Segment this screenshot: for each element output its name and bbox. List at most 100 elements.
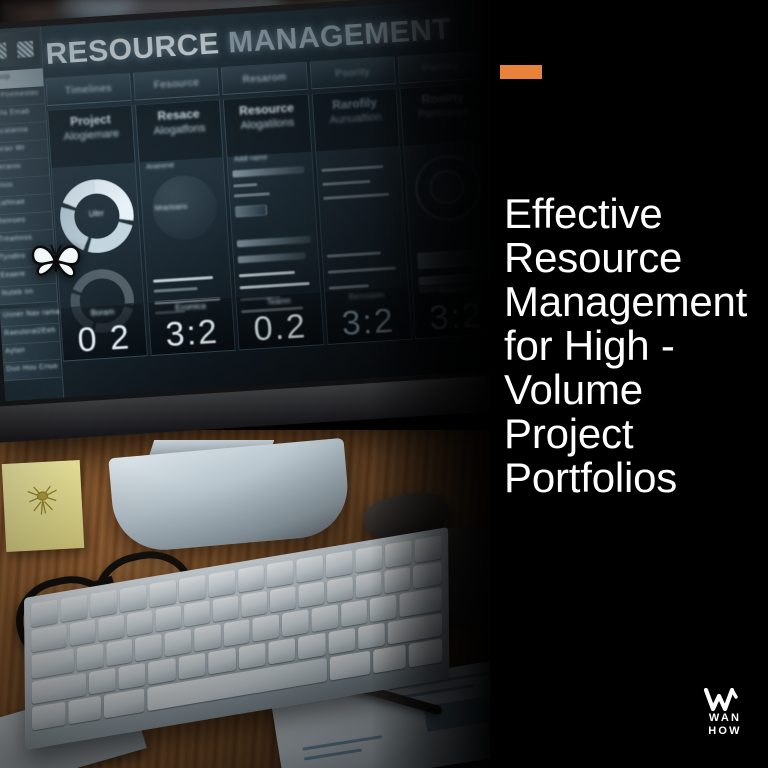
sidebar-item-label: Nuteb nn <box>1 288 34 298</box>
sidebar-item-label: Tyndtro <box>0 252 26 262</box>
sidebar-item-label: Raeuloral2Eeh <box>3 326 56 338</box>
mosquito-sketch-icon <box>27 485 57 515</box>
screen-title-secondary: MANAGEMENT <box>227 12 453 60</box>
dashboard-card-grid: Project Alogiemare Uitrr Boram 0 2 Resac… <box>47 82 501 362</box>
metric-label: Teamn <box>266 296 291 307</box>
card-body: Addl name <box>228 152 320 314</box>
list-row <box>240 281 311 290</box>
card-header: Rarofily Aunualtion <box>312 89 399 152</box>
sidebar-item-label: Remseo <box>0 216 26 226</box>
tab-label: Resarom <box>242 71 287 86</box>
donut-center-label: Uitrr <box>88 208 105 219</box>
grid-icon[interactable] <box>0 42 7 60</box>
tab-timelines[interactable]: Timelines <box>45 72 132 107</box>
card-title-line2: Permunga <box>417 105 470 121</box>
card-footer: Ecomica 3:2 <box>148 296 235 355</box>
progress-bar <box>322 192 389 200</box>
metric-label: Bercoaale <box>348 290 385 302</box>
card-subheading: Ananirne <box>145 162 175 171</box>
sidebar-item-label: Eeaere <box>0 270 26 280</box>
sidebar-item-16[interactable]: Duo Hou Criuo <box>2 359 62 382</box>
card-header: Project Alogiemare <box>48 105 135 168</box>
list-row <box>233 182 258 188</box>
sidebar-item-label: Dasop <box>0 73 11 82</box>
logo-text-line1: WAN <box>708 712 742 724</box>
metric-value: 3:2 <box>340 301 397 343</box>
butterfly-decoration <box>31 244 81 278</box>
metric-value: 0 2 <box>76 318 133 360</box>
monitor-screen: Dasop ritj Poemestec Mefa Emab Bacalanna… <box>0 0 505 402</box>
list-row <box>237 235 312 248</box>
dashboard-card-priority-planning[interactable]: Rooirty Permunga Naecom 3:2 <box>399 82 501 340</box>
w-monogram-icon <box>694 687 756 712</box>
accent-bar <box>500 65 542 79</box>
progress-bar <box>327 266 396 274</box>
card-title-line2: Aunualtion <box>329 111 382 127</box>
card-title-line2: Alogiemare <box>63 127 120 144</box>
dashboard-card-resource-allocation-list[interactable]: Resource Alogatilons Addl name Teamn 0.2 <box>223 93 325 351</box>
card-header: Rooirty Permunga <box>400 83 487 146</box>
card-body: Ananirne Mractoans <box>140 157 232 315</box>
card-subheading: Addl name <box>233 154 268 164</box>
sidebar-header <box>0 30 41 68</box>
tab-label: Timelines <box>64 82 113 97</box>
list-row-pill <box>234 204 268 218</box>
tab-resarom[interactable]: Resarom <box>221 61 308 95</box>
card-header: Resace Alogatfons <box>136 100 223 163</box>
card-body <box>404 141 496 294</box>
tab-priority[interactable]: Poority <box>309 56 397 90</box>
card-footer: Boram 0 2 <box>60 302 147 361</box>
card-title-line2: Alogatilons <box>240 116 295 132</box>
metric-label: Ecomica <box>175 301 207 313</box>
list-row <box>238 252 307 264</box>
screen-title-primary: RESOURCE <box>44 27 221 72</box>
progress-bar <box>326 251 381 258</box>
tab-label: Fesource <box>153 76 200 91</box>
tab-portfolio[interactable]: Portimy <box>397 50 485 84</box>
card-footer: Naecom 3:2 <box>412 280 500 339</box>
card-footer: Teamn 0.2 <box>236 291 324 350</box>
sidebar-item-label: Unner Nav rama <box>2 308 61 320</box>
logo-text-line2: HOW <box>708 725 742 737</box>
card-header: Resource Alogatilons <box>224 94 311 157</box>
sidebar-item-label: ritj Poemestec <box>0 89 40 100</box>
dashboard-card-resource-allocations[interactable]: Resace Alogatfons Ananirne Mractoans Eco… <box>135 99 237 357</box>
paper-chart-bar <box>302 735 382 751</box>
sidebar-item-label: Ceraniu <box>0 162 22 172</box>
metric-label: Naecom <box>439 284 470 296</box>
metric-value: 3:2 <box>428 296 485 338</box>
poster-canvas: Dasop ritj Poemestec Mefa Emab Bacalanna… <box>0 0 768 768</box>
sidebar-item-label: Mefa Emab <box>0 108 30 118</box>
sidebar-item-label: Treamnss <box>0 234 33 244</box>
progress-bar <box>153 275 214 283</box>
progress-bar <box>321 165 384 172</box>
brand-logo[interactable]: WAN HOW <box>694 687 756 746</box>
sidebar-item-label: Bacalanna <box>0 126 29 136</box>
sidebar-item-label: Poran Wr <box>0 144 26 154</box>
progress-bar <box>153 286 198 293</box>
tab-label: Portimy <box>421 60 460 74</box>
list-row <box>234 192 271 198</box>
card-footer: Bercoaale 3:2 <box>324 285 412 344</box>
sidebar-item-label: Enuu <box>0 181 13 190</box>
gauge-legend-row <box>416 249 482 270</box>
sticky-note <box>1 460 85 552</box>
dashboard-card-priority-annotation[interactable]: Rarofily Aunualtion Bercoaale 3:2 <box>311 88 413 345</box>
sidebar-item-label: Caffmae <box>0 198 26 208</box>
list-row <box>232 166 306 178</box>
metric-value: 3:2 <box>164 312 221 355</box>
tab-label: Poority <box>334 66 371 80</box>
page-title: Effective Resource Management for High -… <box>504 190 748 502</box>
tab-resource[interactable]: Fesource <box>133 67 220 101</box>
progress-bar <box>321 179 370 186</box>
list-row <box>239 270 296 278</box>
sidebar-item-label: Duo Hou Criuo <box>6 362 58 374</box>
paper-chart-bar <box>304 748 362 761</box>
sidebar-item-label: Aytan <box>5 346 26 356</box>
desk-photo: Dasop ritj Poemestec Mefa Emab Bacalanna… <box>0 0 520 768</box>
circular-gauge-icon <box>413 153 484 224</box>
metric-label: Boram <box>90 307 115 318</box>
card-body <box>316 146 408 291</box>
metric-value: 0.2 <box>252 307 309 349</box>
monitor-icon[interactable] <box>16 40 34 58</box>
